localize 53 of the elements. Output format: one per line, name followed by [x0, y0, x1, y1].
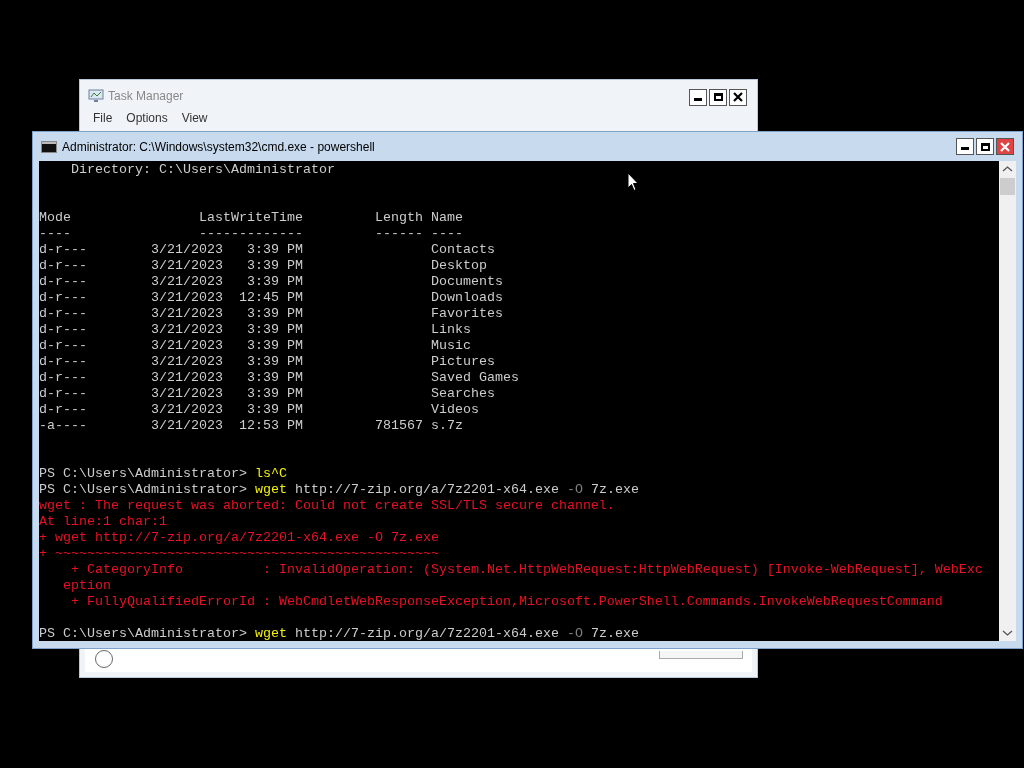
- radio-button[interactable]: [95, 650, 113, 668]
- console-text: d-r--- 3/21/2023 3:39 PM Contacts: [39, 242, 495, 257]
- console-text: At line:1 char:1: [39, 514, 167, 529]
- console-text: + FullyQualifiedErrorId : WebCmdletWebResponseException,Microsoft.PowerShell.Commands.InvokeWebRequestCommand: [70, 594, 943, 609]
- console-text: Directory: C:\Users\Administrator: [70, 162, 335, 177]
- console-text: 7z.exe: [589, 482, 639, 497]
- console-text: + wget http://7-zip.org/a/7z2201-x64.exe -O 7z.exe: [39, 530, 439, 545]
- close-icon: [733, 92, 743, 102]
- console-text: wget: [254, 482, 287, 497]
- window-title: Task Manager: [108, 88, 184, 105]
- minimize-button[interactable]: [689, 88, 707, 106]
- console-text: ls^C: [254, 466, 287, 481]
- console-text: http://7-zip.org/a/7z2201-x64.exe: [293, 482, 560, 497]
- pointer-icon: [627, 172, 639, 192]
- console-text: PS C:\Users\Administrator>: [39, 482, 248, 497]
- console-text: d-r--- 3/21/2023 3:39 PM Searches: [39, 386, 495, 401]
- close-button[interactable]: [729, 88, 747, 106]
- menu-item[interactable]: Options: [126, 109, 168, 127]
- console-text: d-r--- 3/21/2023 3:39 PM Links: [39, 322, 471, 337]
- close-button[interactable]: [996, 138, 1014, 155]
- console-text: wget : The request was aborted: Could not create SSL/TLS secure channel.: [39, 498, 615, 513]
- console-text: Mode LastWriteTime Length Name: [39, 210, 463, 225]
- console-text: + CategoryInfo : InvalidOperation: (System.Net.HttpWebRequest:HttpWebRequest) [Invoke-WebRequest], WebExc: [70, 562, 983, 577]
- minimize-button[interactable]: [956, 138, 974, 155]
- console-text: PS C:\Users\Administrator>: [39, 626, 248, 641]
- close-icon: [1000, 141, 1010, 152]
- console-text: http://7-zip.org/a/7z2201-x64.exe: [293, 626, 560, 641]
- console-text: d-r--- 3/21/2023 3:39 PM Pictures: [39, 354, 495, 369]
- console-text: ---- ------------- ------ ----: [39, 226, 463, 241]
- scrollbar[interactable]: [999, 161, 1016, 641]
- console-icon: [41, 140, 57, 153]
- maximize-button[interactable]: [976, 138, 994, 155]
- console-text: d-r--- 3/21/2023 3:39 PM Documents: [39, 274, 503, 289]
- console-text: -O: [566, 626, 583, 641]
- console-text: wget: [254, 626, 287, 641]
- maximize-button[interactable]: [709, 88, 727, 106]
- console-text: d-r--- 3/21/2023 3:39 PM Saved Games: [39, 370, 519, 385]
- console-text: d-r--- 3/21/2023 3:39 PM Favorites: [39, 306, 503, 321]
- console-text: 7z.exe: [589, 626, 639, 641]
- console-text: -O: [566, 482, 583, 497]
- window-title: Administrator: C:\Windows\system32\cmd.exe - powershell: [62, 138, 375, 156]
- monitor-icon: [88, 89, 104, 103]
- menu-item[interactable]: File: [93, 109, 113, 127]
- scroll-thumb[interactable]: [1000, 178, 1015, 195]
- console-text: -a---- 3/21/2023 12:53 PM 781567 s.7z: [39, 418, 463, 433]
- menu-item[interactable]: View: [181, 109, 208, 127]
- console-text: PS C:\Users\Administrator>: [39, 466, 248, 481]
- console-text: d-r--- 3/21/2023 3:39 PM Videos: [39, 402, 479, 417]
- console-text: eption: [62, 578, 111, 593]
- console-text: + ~~~~~~~~~~~~~~~~~~~~~~~~~~~~~~~~~~~~~~~~~~~~~~~~: [39, 546, 439, 561]
- console-text: d-r--- 3/21/2023 3:39 PM Music: [39, 338, 471, 353]
- console-text: d-r--- 3/21/2023 3:39 PM Desktop: [39, 258, 487, 273]
- console-text: d-r--- 3/21/2023 12:45 PM Downloads: [39, 290, 503, 305]
